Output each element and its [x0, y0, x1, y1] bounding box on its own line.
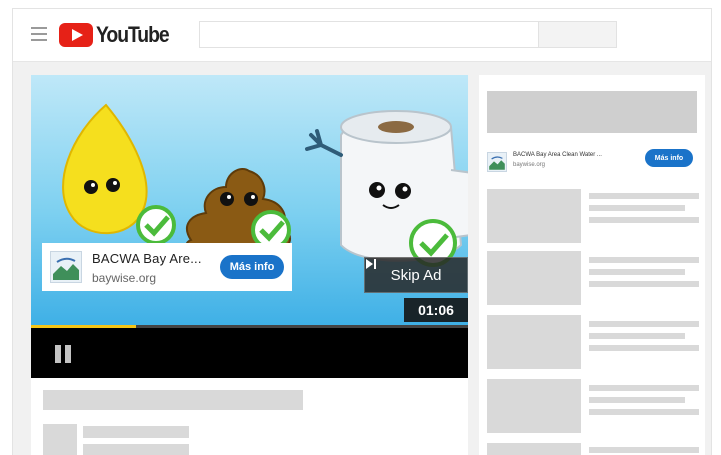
- related-line-placeholder: [589, 333, 685, 339]
- sidebar-more-info-button[interactable]: Más info: [645, 149, 693, 167]
- related-thumb-placeholder: [487, 251, 581, 305]
- pause-icon[interactable]: [55, 345, 71, 363]
- related-line-placeholder: [589, 345, 699, 351]
- related-line-placeholder: [589, 205, 685, 211]
- related-thumb-placeholder: [487, 189, 581, 243]
- more-info-button[interactable]: Más info: [220, 255, 284, 279]
- video-info-placeholder: [31, 378, 468, 455]
- youtube-play-icon: [59, 23, 93, 47]
- skip-ad-label: Skip Ad: [390, 266, 442, 284]
- related-thumb-placeholder: [487, 379, 581, 433]
- companion-ad-placeholder: [487, 91, 697, 133]
- search-button[interactable]: [539, 21, 617, 48]
- related-line-placeholder: [589, 281, 699, 287]
- related-line-placeholder: [589, 257, 699, 263]
- related-line-placeholder: [589, 397, 685, 403]
- search-input[interactable]: [199, 21, 539, 48]
- sidebar-ad-thumbnail-icon: [487, 152, 507, 172]
- sidebar-ad-url[interactable]: baywise.org: [513, 162, 545, 168]
- player-controls: [31, 328, 468, 378]
- hamburger-icon[interactable]: [31, 27, 47, 41]
- title-placeholder: [43, 390, 303, 410]
- related-line-placeholder: [589, 269, 685, 275]
- ad-title[interactable]: BACWA Bay Are...: [92, 251, 202, 266]
- related-line-placeholder: [589, 217, 699, 223]
- skip-ad-button[interactable]: Skip Ad: [364, 257, 468, 293]
- related-line-placeholder: [589, 321, 699, 327]
- channel-name-placeholder: [83, 426, 189, 438]
- ad-countdown: 01:06: [404, 298, 468, 322]
- ad-url[interactable]: baywise.org: [92, 271, 156, 285]
- youtube-logo[interactable]: YouTube: [59, 22, 178, 48]
- related-line-placeholder: [589, 385, 699, 391]
- ad-overlay-card[interactable]: BACWA Bay Are... baywise.org Más info: [42, 243, 292, 291]
- video-frame[interactable]: BACWA Bay Are... baywise.org Más info Sk…: [31, 75, 468, 325]
- related-thumb-placeholder: [487, 315, 581, 369]
- related-line-placeholder: [589, 409, 699, 415]
- sidebar-ad-title[interactable]: BACWA Bay Area Clean Water ...: [513, 152, 602, 158]
- youtube-window: YouTube BACWA Bay Are... baywise.org Más…: [12, 8, 712, 455]
- related-line-placeholder: [589, 193, 699, 199]
- ad-thumbnail-icon: [50, 251, 82, 283]
- skip-icon: [366, 259, 376, 269]
- video-player[interactable]: BACWA Bay Are... baywise.org Más info Sk…: [31, 75, 468, 378]
- logo-text: YouTube: [96, 22, 170, 47]
- related-line-placeholder: [589, 447, 699, 453]
- related-thumb-placeholder: [487, 443, 581, 455]
- top-bar: YouTube: [13, 9, 711, 62]
- subscriber-placeholder: [83, 444, 189, 455]
- channel-avatar-placeholder: [43, 424, 77, 455]
- sidebar: BACWA Bay Area Clean Water ... baywise.o…: [479, 75, 705, 455]
